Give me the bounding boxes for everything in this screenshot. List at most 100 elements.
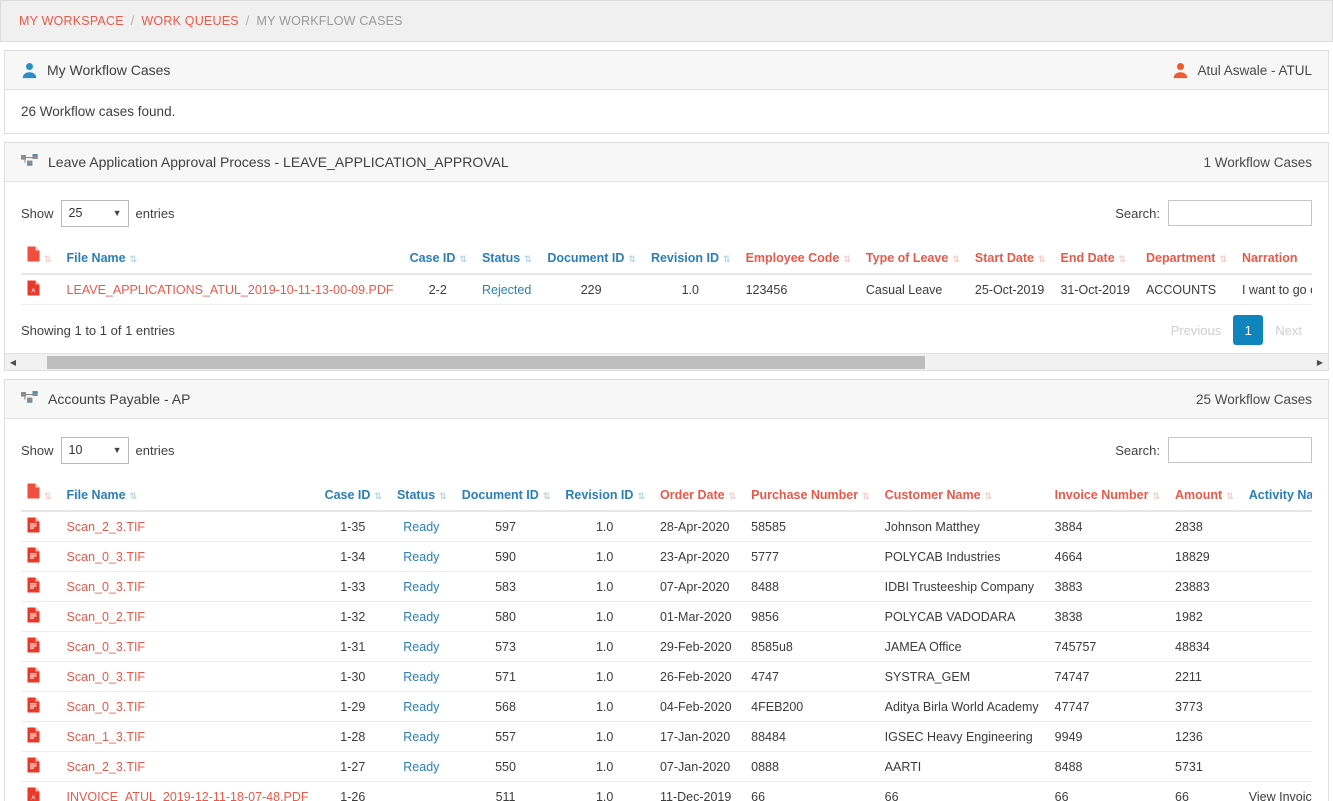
cell-purchase-number: 9856 — [743, 601, 877, 632]
row-file-icon-cell — [21, 541, 59, 572]
table-row[interactable]: A INVOICE_ATUL_2019-12-11-18-07-48.PDF 1-2… — [21, 781, 1312, 801]
status-link[interactable]: Ready — [403, 550, 439, 564]
column-header-invoice-number[interactable]: Invoice Number ⇅ — [1046, 477, 1167, 512]
current-user[interactable]: Atul Aswale - ATUL — [1172, 62, 1312, 79]
sort-icon: ⇅ — [637, 491, 644, 501]
column-header-start-date[interactable]: Start Date ⇅ — [966, 240, 1053, 275]
column-header-label: End Date — [1060, 251, 1115, 265]
file-name-link[interactable]: Scan_0_3.TIF — [67, 670, 146, 684]
table-row[interactable]: Scan_0_3.TIF 1-29 Ready 568 1.0 04-Feb-2020 4F… — [21, 691, 1312, 722]
sort-icon: ⇅ — [1219, 254, 1226, 264]
sort-icon: ⇅ — [952, 254, 959, 264]
status-link[interactable]: Ready — [403, 580, 439, 594]
cell-amount: 2211 — [1167, 661, 1241, 692]
datatable-controls-leave-application: Show 25 ▼ entries Search: — [21, 196, 1312, 230]
column-header-file-name[interactable]: File Name ⇅ — [58, 240, 402, 275]
status-link[interactable]: Rejected — [482, 283, 531, 297]
status-link[interactable]: Ready — [403, 730, 439, 744]
page-button-1[interactable]: 1 — [1233, 315, 1264, 345]
cell-customer-name: SYSTRA_GEM — [876, 661, 1047, 692]
cell-case-id: 1-31 — [316, 631, 389, 662]
cell-status: Rejected — [473, 274, 540, 305]
file-name-link[interactable]: Scan_0_3.TIF — [67, 550, 146, 564]
tif-file-icon — [27, 727, 40, 743]
table-row[interactable]: Scan_0_3.TIF 1-33 Ready 583 1.0 07-Apr-2020 84… — [21, 571, 1312, 602]
next-page-button[interactable]: Next — [1265, 315, 1312, 345]
file-name-link[interactable]: Scan_0_3.TIF — [67, 640, 146, 654]
column-header-department[interactable]: Department ⇅ — [1137, 240, 1234, 275]
cell-customer-name: Aditya Birla World Academy — [876, 691, 1047, 722]
entries-per-page-select-leave-application[interactable]: 25 ▼ — [60, 199, 129, 227]
column-header-file-type[interactable]: ⇅ — [21, 240, 59, 275]
file-name-link[interactable]: Scan_2_3.TIF — [67, 520, 146, 534]
table-row[interactable]: Scan_0_3.TIF 1-30 Ready 571 1.0 26-Feb-2020 47… — [21, 661, 1312, 692]
column-header-file-name[interactable]: File Name ⇅ — [58, 477, 317, 512]
file-name-link[interactable]: Scan_1_3.TIF — [67, 730, 146, 744]
file-name-link[interactable]: INVOICE_ATUL_2019-12-11-18-07-48.PDF — [67, 790, 309, 801]
cell-activity-name — [1240, 661, 1312, 692]
scrollbar-thumb[interactable] — [46, 355, 925, 369]
cell-document-id: 580 — [453, 601, 558, 632]
column-header-end-date[interactable]: End Date ⇅ — [1052, 240, 1138, 275]
table-row[interactable]: Scan_0_2.TIF 1-32 Ready 580 1.0 01-Mar-2020 98… — [21, 601, 1312, 632]
column-header-activity-name[interactable]: Activity Name⇅ — [1240, 477, 1312, 512]
status-link[interactable]: Ready — [403, 670, 439, 684]
entries-per-page-select-accounts-payable[interactable]: 10 ▼ — [60, 436, 129, 464]
cell-revision-id: 1.0 — [557, 631, 652, 662]
table-header-row: ⇅ File Name ⇅ Case ID ⇅ Status ⇅ Document ID ⇅ Re… — [21, 477, 1312, 512]
column-header-file-type[interactable]: ⇅ — [21, 477, 59, 512]
file-name-link[interactable]: Scan_0_2.TIF — [67, 610, 146, 624]
status-link[interactable]: Ready — [403, 640, 439, 654]
cell-invoice-number: 66 — [1046, 781, 1167, 801]
column-header-document-id[interactable]: Document ID ⇅ — [539, 240, 643, 275]
table-row[interactable]: Scan_0_3.TIF 1-31 Ready 573 1.0 29-Feb-2020 85… — [21, 631, 1312, 662]
file-name-link[interactable]: Scan_0_3.TIF — [67, 700, 146, 714]
column-header-revision-id[interactable]: Revision ID ⇅ — [642, 240, 738, 275]
column-header-status[interactable]: Status ⇅ — [473, 240, 540, 275]
search-input-accounts-payable[interactable] — [1168, 437, 1312, 463]
cell-purchase-number: 88484 — [743, 721, 877, 752]
column-header-status[interactable]: Status ⇅ — [388, 477, 454, 512]
row-file-icon-cell — [21, 571, 59, 602]
table-row[interactable]: A LEAVE_APPLICATIONS_ATUL_2019-10-11-13-0… — [21, 274, 1312, 305]
column-header-order-date[interactable]: Order Date ⇅ — [651, 477, 744, 512]
scroll-left-icon[interactable]: ◀ — [5, 354, 21, 371]
column-header-purchase-number[interactable]: Purchase Number ⇅ — [743, 477, 877, 512]
cell-purchase-number: 4747 — [743, 661, 877, 692]
pdf-file-icon: A — [27, 280, 40, 296]
scroll-right-icon[interactable]: ▶ — [1312, 354, 1328, 371]
cell-invoice-number: 3838 — [1046, 601, 1167, 632]
file-name-link[interactable]: LEAVE_APPLICATIONS_ATUL_2019-10-11-13-00… — [67, 283, 394, 297]
breadcrumb-item-my-workspace[interactable]: MY WORKSPACE — [19, 14, 124, 28]
breadcrumb-item-work-queues[interactable]: WORK QUEUES — [141, 14, 238, 28]
search-input-leave-application[interactable] — [1168, 200, 1312, 226]
scrollbar-track[interactable] — [21, 354, 1312, 371]
cell-case-id: 1-28 — [316, 721, 389, 752]
status-link[interactable]: Ready — [403, 610, 439, 624]
table-row[interactable]: Scan_2_3.TIF 1-27 Ready 550 1.0 07-Jan-2020 08… — [21, 751, 1312, 782]
file-name-link[interactable]: Scan_2_3.TIF — [67, 760, 146, 774]
column-header-narration[interactable]: Narration — [1233, 240, 1312, 275]
column-header-case-id[interactable]: Case ID ⇅ — [401, 240, 474, 275]
sort-icon: ⇅ — [439, 491, 446, 501]
column-header-customer-name[interactable]: Customer Name ⇅ — [876, 477, 1047, 512]
column-header-document-id[interactable]: Document ID ⇅ — [453, 477, 558, 512]
status-link[interactable]: Ready — [403, 760, 439, 774]
column-header-revision-id[interactable]: Revision ID ⇅ — [557, 477, 652, 512]
column-header-type-of-leave[interactable]: Type of Leave ⇅ — [857, 240, 967, 275]
table-row[interactable]: Scan_2_3.TIF 1-35 Ready 597 1.0 28-Apr-2020 58… — [21, 511, 1312, 542]
cell-file-name: Scan_2_3.TIF — [58, 751, 317, 782]
file-name-link[interactable]: Scan_0_3.TIF — [67, 580, 146, 594]
previous-page-button[interactable]: Previous — [1161, 315, 1232, 345]
table-row[interactable]: Scan_0_3.TIF 1-34 Ready 590 1.0 23-Apr-2020 57… — [21, 541, 1312, 572]
status-link[interactable]: Ready — [403, 520, 439, 534]
cell-document-id: 573 — [453, 631, 558, 662]
horizontal-scrollbar-leave-application[interactable]: ◀ ▶ — [5, 353, 1328, 370]
column-header-case-id[interactable]: Case ID ⇅ — [316, 477, 389, 512]
panel-title-label: Accounts Payable - AP — [48, 391, 191, 407]
status-link[interactable]: Ready — [403, 700, 439, 714]
panel-case-count-accounts-payable: 25 Workflow Cases — [1196, 392, 1312, 407]
column-header-employee-code[interactable]: Employee Code ⇅ — [737, 240, 858, 275]
table-row[interactable]: Scan_1_3.TIF 1-28 Ready 557 1.0 17-Jan-2020 88… — [21, 721, 1312, 752]
column-header-amount[interactable]: Amount ⇅ — [1167, 477, 1241, 512]
